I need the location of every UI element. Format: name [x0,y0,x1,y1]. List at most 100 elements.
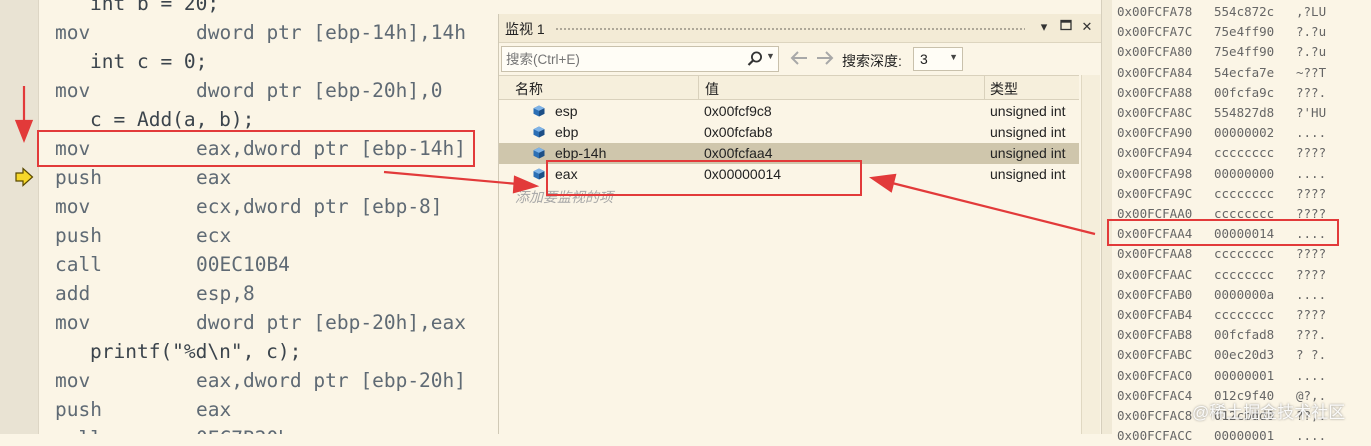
search-options-dropdown-icon[interactable]: ▼ [766,51,775,61]
memory-ascii: ???? [1296,185,1327,201]
search-icon[interactable] [746,50,764,68]
memory-pane[interactable]: 0x00FCFA78 554c872c ,?LU 0x00FCFA7C 75e4ff90… [1101,0,1371,443]
watch-type: unsigned int [990,124,1066,140]
memory-ascii: ???. [1296,327,1327,343]
indicator-margin[interactable] [12,0,39,434]
memory-address: 0x00FCFA94 [1117,145,1193,161]
asm-opcode: mov [55,311,91,334]
memory-ascii: ???? [1296,145,1327,161]
memory-hex[interactable]: 75e4ff90 [1214,22,1274,42]
memory-hex[interactable]: 00fcfa9c [1214,83,1274,103]
asm-opcode: call [55,424,102,434]
search-previous-arrow-icon[interactable] [789,50,809,66]
source-text: printf("%d\n", c); [90,340,302,363]
memory-hex[interactable]: 75e4ff90 [1214,42,1274,62]
watch-scrollbar[interactable] [1081,75,1100,434]
asm-operands: esp,8 [196,282,255,305]
watch-title-bar[interactable]: 监视 1 ▾ ✕ [499,14,1101,43]
memory-hex[interactable]: 0000000a [1214,285,1274,305]
asm-opcode: mov [55,369,91,392]
watch-type: unsigned int [990,103,1066,119]
memory-address: 0x00FCFAC0 [1117,367,1193,383]
asm-operands: eax,dword ptr [ebp-20h] [196,369,467,392]
watch-name: esp [555,103,578,119]
asm-operands: dword ptr [ebp-20h],eax [196,311,467,334]
memory-address: 0x00FCFA90 [1117,125,1193,141]
memory-hex[interactable]: 00fcfad8 [1214,325,1274,345]
close-icon[interactable]: ✕ [1079,19,1095,35]
asm-operands: 0EC7B20h [196,424,290,434]
disassembly-pane[interactable]: int b = 20; mov dword ptr [ebp-14h],14h int… [0,0,498,434]
window-menu-dropdown-icon[interactable]: ▾ [1036,19,1052,35]
watch-title: 监视 1 [505,21,545,37]
variable-cube-icon [533,168,545,180]
memory-hex[interactable]: 00000002 [1214,123,1274,143]
memory-hex[interactable]: cccccccc [1214,184,1274,204]
breakpoint-gutter[interactable] [0,0,12,434]
asm-operands: eax [196,166,232,189]
memory-address: 0x00FCFAB0 [1117,286,1193,302]
asm-opcode: call [55,253,102,276]
memory-address: 0x00FCFAB8 [1117,327,1193,343]
watch-type: unsigned int [990,166,1066,182]
search-depth-value: 3 [920,51,928,67]
memory-hex[interactable]: 54ecfa7e [1214,63,1274,83]
memory-hex[interactable]: 554c872c [1214,2,1274,22]
title-drag-grip[interactable] [555,27,1025,32]
memory-address: 0x00FCFABC [1117,347,1193,363]
asm-opcode: mov [55,79,91,102]
memory-hex[interactable]: cccccccc [1214,305,1274,325]
memory-hex[interactable]: 00000001 [1214,426,1274,446]
column-header-name[interactable]: 名称 [515,79,543,99]
memory-address: 0x00FCFAB4 [1117,307,1193,322]
memory-address: 0x00FCFAC4 [1117,387,1193,403]
memory-address: 0x00FCFA84 [1117,64,1193,80]
asm-opcode: push [55,224,102,247]
column-header-type[interactable]: 类型 [990,79,1018,99]
asm-opcode: add [55,282,91,305]
watch-window: 监视 1 ▾ ✕ ▼ 搜索深度: 3 ▼ 名称 值 [498,14,1101,434]
memory-address: 0x00FCFAA8 [1117,246,1193,262]
watermark: @稀土掘金技术社区 [1192,403,1346,422]
watch-name: ebp-14h [555,145,607,161]
memory-hex[interactable]: cccccccc [1214,244,1274,264]
memory-address: 0x00FCFAC8 [1117,408,1193,423]
memory-ascii: ?'HU [1296,105,1327,120]
watch-name: ebp [555,124,579,140]
memory-hex[interactable]: cccccccc [1214,143,1274,163]
watch-value[interactable]: 0x00fcfab8 [704,124,773,140]
asm-opcode: mov [55,195,91,218]
memory-address: 0x00FCFA98 [1117,165,1193,181]
memory-hex[interactable]: 00000000 [1214,164,1274,184]
search-next-arrow-icon[interactable] [815,50,835,66]
asm-operands: eax [196,398,232,421]
memory-ascii: ???? [1296,266,1327,282]
asm-operands: dword ptr [ebp-20h],0 [196,79,443,102]
search-depth-select[interactable]: 3 ▼ [913,47,963,71]
current-instruction-arrow-icon [15,167,34,187]
asm-operands: ecx,dword ptr [ebp-8] [196,195,443,218]
memory-ascii: .... [1296,367,1327,383]
memory-hex[interactable]: 554827d8 [1214,103,1274,123]
memory-ascii: ???? [1296,246,1327,262]
column-header-value[interactable]: 值 [705,79,719,99]
watch-row-ebp[interactable]: ebp 0x00fcfab8 unsigned int [499,122,1079,143]
memory-hex[interactable]: 00000001 [1214,366,1274,386]
memory-ascii: ? ?. [1296,347,1327,363]
memory-ascii: ???. [1296,84,1327,100]
maximize-icon[interactable] [1058,19,1074,35]
search-box[interactable]: ▼ [501,46,779,72]
memory-ascii: .... [1296,286,1327,302]
memory-scroll-strip[interactable] [1102,0,1112,434]
memory-ascii: .... [1296,125,1327,141]
memory-hex[interactable]: cccccccc [1214,265,1274,285]
memory-ascii: ?.?u [1296,44,1327,60]
highlight-eax-watch-row [546,160,862,196]
memory-hex[interactable]: 00ec20d3 [1214,345,1274,365]
watch-value[interactable]: 0x00fcf9c8 [704,103,772,119]
watch-value[interactable]: 0x00fcfaa4 [704,145,773,161]
watch-column-header: 名称 值 类型 [499,75,1079,100]
search-input[interactable] [506,47,742,71]
memory-address: 0x00FCFA78 [1117,4,1193,19]
watch-row-esp[interactable]: esp 0x00fcf9c8 unsigned int [499,101,1079,122]
